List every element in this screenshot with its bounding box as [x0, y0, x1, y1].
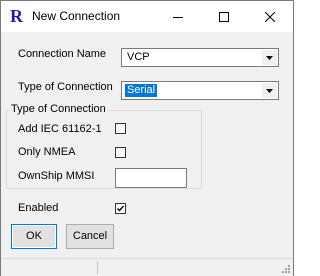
- connection-name-label: Connection Name: [18, 48, 107, 60]
- minimize-icon: [173, 16, 183, 18]
- connection-type-combo[interactable]: Serial: [121, 81, 279, 100]
- connection-type-label: Type of Connection: [18, 81, 113, 93]
- only-nmea-label: Only NMEA: [18, 146, 76, 158]
- minimize-button[interactable]: [155, 1, 201, 32]
- maximize-button[interactable]: [201, 1, 247, 32]
- chevron-down-icon: [266, 88, 273, 93]
- status-separator: [97, 261, 98, 274]
- enabled-checkbox[interactable]: [115, 203, 126, 214]
- maximize-icon: [219, 11, 229, 22]
- only-nmea-checkbox[interactable]: [115, 147, 126, 158]
- group-title: Type of Connection: [9, 103, 108, 115]
- cancel-button[interactable]: Cancel: [66, 224, 114, 249]
- connection-name-value: VCP: [127, 51, 150, 63]
- chevron-down-icon: [266, 55, 273, 60]
- ownship-mmsi-label: OwnShip MMSI: [18, 170, 95, 182]
- dialog-window: R New Connection Connection Name VCP Typ…: [0, 0, 294, 276]
- status-bar: [1, 258, 293, 276]
- checkmark-icon: [117, 205, 125, 212]
- ok-button[interactable]: OK: [11, 224, 57, 249]
- connection-name-dropdown-button[interactable]: [262, 50, 277, 65]
- enabled-label: Enabled: [18, 202, 59, 214]
- add-iec-label: Add IEC 61162-1: [18, 123, 102, 135]
- ownship-mmsi-input[interactable]: [115, 168, 187, 188]
- connection-type-value: Serial: [125, 84, 158, 97]
- dialog-body: Connection Name VCP Type of Connection S…: [1, 32, 293, 276]
- connection-name-combo[interactable]: VCP: [121, 48, 279, 67]
- app-icon: R: [10, 6, 23, 26]
- close-button[interactable]: [247, 1, 293, 32]
- close-icon: [265, 11, 275, 22]
- title-bar[interactable]: R New Connection: [1, 1, 293, 32]
- window-title: New Connection: [32, 9, 121, 23]
- resize-grip-icon[interactable]: [280, 263, 291, 274]
- add-iec-checkbox[interactable]: [115, 123, 126, 134]
- connection-type-dropdown-button[interactable]: [262, 83, 277, 98]
